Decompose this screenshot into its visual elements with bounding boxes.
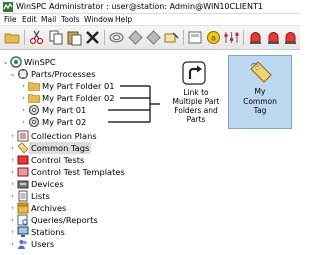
archives-icon — [17, 202, 29, 214]
expand-icon[interactable]: › — [9, 144, 16, 152]
callout-line-2: Multiple Part — [172, 97, 220, 106]
tree-label: Control Tests — [31, 155, 85, 165]
tag-panel-label: My Common Tag — [229, 87, 291, 116]
lists-icon — [17, 190, 29, 202]
tag-icon — [250, 61, 272, 83]
diamond-icon[interactable] — [145, 29, 162, 46]
copy-icon[interactable] — [48, 29, 65, 46]
expand-icon[interactable]: › — [20, 106, 27, 114]
expand-icon[interactable]: › — [9, 132, 16, 140]
expand-icon[interactable]: › — [9, 168, 16, 176]
coin-icon[interactable]: a — [205, 29, 222, 46]
menu-bar: File Edit Mail Tools Window Help — [0, 14, 300, 26]
cut-icon[interactable] — [28, 29, 45, 46]
expand-icon[interactable]: › — [9, 216, 16, 224]
folder-icon — [28, 92, 40, 104]
part-icon — [28, 104, 40, 116]
collapse-icon[interactable]: ⌄ — [2, 58, 9, 66]
winspc-icon — [10, 56, 22, 68]
toolbar-separator — [104, 30, 105, 45]
common-tags-icon — [17, 142, 29, 154]
menu-file[interactable]: File — [4, 15, 17, 24]
tree-label: Control Test Templates — [31, 167, 125, 177]
expand-icon[interactable]: › — [9, 204, 16, 212]
expand-icon[interactable]: › — [20, 94, 27, 102]
collapse-icon[interactable]: ⌄ — [9, 70, 16, 78]
menu-mail[interactable]: Mail — [41, 15, 56, 24]
menu-window[interactable]: Window — [84, 15, 114, 24]
callout-line-3: Folders and — [174, 106, 218, 115]
expand-icon[interactable]: › — [20, 118, 27, 126]
devices-icon — [17, 178, 29, 190]
tree-label: Devices — [31, 179, 64, 189]
control-tests-icon — [17, 154, 29, 166]
link-icon[interactable] — [108, 29, 125, 46]
sliders-icon[interactable] — [223, 29, 240, 46]
callout-line-1: Link to — [183, 88, 209, 97]
window-title: WinSPC Administrator : user@station: Adm… — [16, 2, 263, 11]
menu-tools[interactable]: Tools — [61, 15, 79, 24]
expand-icon[interactable]: › — [9, 156, 16, 164]
my-common-tag-panel[interactable]: My Common Tag — [228, 55, 292, 129]
expand-icon[interactable]: › — [9, 180, 16, 188]
toolbar-separator — [24, 30, 25, 45]
expand-icon[interactable]: › — [9, 240, 16, 248]
toolbar: a — [0, 26, 300, 50]
alarm-icon[interactable] — [247, 29, 264, 46]
tree-label: Common Tags — [29, 142, 92, 154]
tree-label: Users — [31, 239, 55, 249]
tag-line-2: Common — [243, 96, 277, 106]
alarm-icon[interactable] — [282, 29, 299, 46]
tree-label: Queries/Reports — [31, 215, 98, 225]
delete-icon[interactable] — [84, 29, 101, 46]
expand-icon[interactable]: › — [9, 192, 16, 200]
link-arrow-icon — [182, 61, 206, 85]
tree-label: My Part 02 — [42, 117, 87, 127]
stations-icon — [17, 226, 29, 238]
expand-icon[interactable]: › — [20, 82, 27, 90]
diamond-icon[interactable] — [127, 29, 144, 46]
tag-pen-icon[interactable] — [163, 29, 180, 46]
expand-icon[interactable]: › — [9, 228, 16, 236]
tag-line-1: My — [254, 87, 266, 96]
tree-label: Archives — [31, 203, 67, 213]
parts-processes-icon — [17, 68, 29, 80]
menu-edit[interactable]: Edit — [22, 15, 37, 24]
alarm-icon[interactable] — [265, 29, 282, 46]
toolbar-separator — [243, 30, 244, 45]
tree-label: My Part Folder 01 — [42, 81, 115, 91]
folder-icon — [28, 80, 40, 92]
collection-plans-icon — [17, 130, 29, 142]
toolbar-separator — [183, 30, 184, 45]
tree-label: Stations — [31, 227, 65, 237]
users-icon — [17, 238, 29, 250]
winspc-app-icon — [3, 2, 13, 12]
paste-icon[interactable] — [66, 29, 83, 46]
tree-label: My Part 01 — [42, 105, 87, 115]
control-test-templates-icon — [17, 166, 29, 178]
open-folder-icon[interactable] — [4, 29, 21, 46]
title-bar: WinSPC Administrator : user@station: Adm… — [0, 0, 300, 14]
tag-line-3: Tag — [253, 106, 267, 115]
menu-help[interactable]: Help — [115, 15, 132, 24]
tree-label: Lists — [31, 191, 50, 201]
tree-label: My Part Folder 02 — [42, 93, 115, 103]
tree-label: Parts/Processes — [31, 69, 96, 79]
callout-line-4: Parts — [186, 115, 206, 124]
svg-text:a: a — [211, 34, 216, 43]
link-callout-text: Link to Multiple Part Folders and Parts — [160, 88, 232, 124]
queries-reports-icon — [17, 214, 29, 226]
folder-add-icon[interactable] — [187, 29, 204, 46]
part-icon — [28, 116, 40, 128]
tree-label: WinSPC — [24, 57, 56, 67]
tree-label: Collection Plans — [31, 131, 97, 141]
